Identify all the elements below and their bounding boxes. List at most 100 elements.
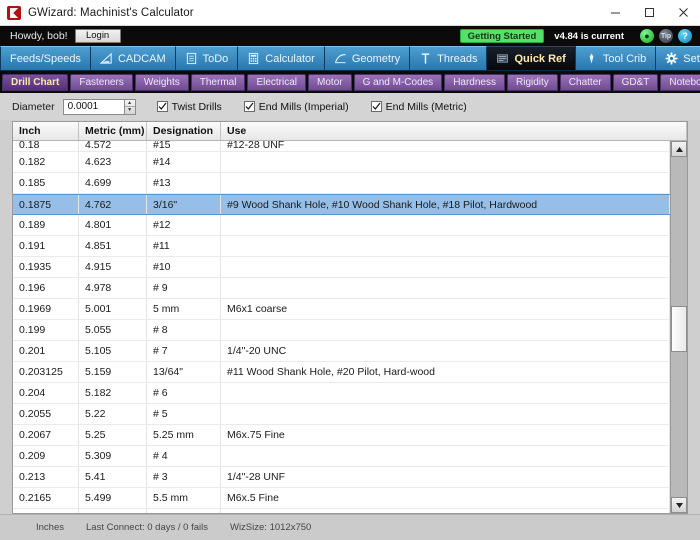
cell-metric: 5.055 (79, 320, 147, 340)
subtab-gdt[interactable]: GD&T (612, 73, 659, 91)
subtab-notebook[interactable]: Notebook (660, 73, 700, 91)
getting-started-button[interactable]: Getting Started (459, 29, 545, 43)
tab-quick-ref[interactable]: Quick Ref (487, 46, 576, 70)
column-header-inch[interactable]: Inch (13, 122, 79, 140)
cell-metric: 4.623 (79, 152, 147, 172)
greeting-label: Howdy, bob! (10, 30, 68, 42)
table-row[interactable]: 0.1969 5.001 5 mm M6x1 coarse (13, 299, 670, 320)
checkbox-end-mills-imperial[interactable]: End Mills (Imperial) (243, 101, 349, 113)
diameter-input[interactable]: 0.0001 ▲ ▼ (62, 98, 136, 115)
table-row[interactable]: 0.182 4.623 #14 (13, 152, 670, 173)
table-row[interactable]: 0.2067 5.25 5.25 mm M6x.75 Fine (13, 425, 670, 446)
cell-inch: 0.189 (13, 215, 79, 235)
main-tab-bar: Feeds/Speeds CADCAM ToDo Calculator Geom… (0, 46, 700, 71)
cell-designation: # 3 (147, 467, 221, 487)
stepper-up-icon[interactable]: ▲ (124, 100, 135, 107)
status-units: Inches (36, 522, 64, 533)
thread-tap-icon (421, 53, 430, 64)
tab-todo[interactable]: ToDo (175, 46, 239, 70)
gwizard-badge-icon[interactable]: ● (640, 29, 654, 43)
column-header-use[interactable]: Use (221, 122, 687, 140)
cell-designation: 3/16" (147, 195, 221, 214)
cell-use (221, 152, 670, 172)
cell-designation: #14 (147, 152, 221, 172)
scrollbar-thumb[interactable] (671, 306, 687, 352)
checkbox-end-mills-metric[interactable]: End Mills (Metric) (370, 101, 467, 113)
cell-designation: #13 (147, 173, 221, 193)
table-row[interactable]: 0.2055 5.22 # 5 (13, 404, 670, 425)
table-row[interactable]: 0.204 5.182 # 6 (13, 383, 670, 404)
table-row[interactable]: 0.201 5.105 # 7 1/4"-20 UNC (13, 341, 670, 362)
table-row[interactable]: 0.218755.5567/32"#12 Wood Shank Hole (13, 509, 670, 513)
cell-inch: 0.1875 (13, 195, 79, 214)
column-header-designation[interactable]: Designation (147, 122, 221, 140)
table-row[interactable]: 0.189 4.801 #12 (13, 215, 670, 236)
tab-label: Geometry (351, 52, 401, 65)
diameter-stepper[interactable]: ▲ ▼ (123, 98, 136, 115)
tab-feeds-speeds[interactable]: Feeds/Speeds (0, 46, 91, 70)
cell-use (221, 278, 670, 298)
tab-label: Tool Crib (602, 52, 647, 65)
subtab-g-and-m-codes[interactable]: G and M-Codes (353, 73, 443, 91)
cell-metric: 5.25 (79, 425, 147, 445)
stepper-down-icon[interactable]: ▼ (125, 107, 135, 114)
tips-badge-icon[interactable]: Tip (659, 29, 673, 43)
diameter-label: Diameter (12, 100, 55, 113)
table-row[interactable]: 0.1935 4.915 #10 (13, 257, 670, 278)
tab-tool-crib[interactable]: Tool Crib (575, 46, 657, 70)
drill-chart-panel: Inch Metric (mm) Designation Use 0.18 4.5… (12, 121, 688, 514)
calculator-icon (249, 52, 259, 65)
cell-inch: 0.2055 (13, 404, 79, 424)
subtab-fasteners[interactable]: Fasteners (70, 73, 133, 91)
table-row[interactable]: 0.191 4.851 #11 (13, 236, 670, 257)
table-row[interactable]: 0.199 5.055 # 8 (13, 320, 670, 341)
subtab-electrical[interactable]: Electrical (247, 73, 307, 91)
checkbox-twist-drills[interactable]: Twist Drills (156, 101, 222, 113)
subtab-motor[interactable]: Motor (308, 73, 352, 91)
tab-geometry[interactable]: Geometry (324, 46, 411, 70)
minimize-button[interactable] (598, 0, 632, 26)
subtab-drill-chart[interactable]: Drill Chart (2, 73, 69, 91)
table-row[interactable]: 0.213 5.41 # 3 1/4"-28 UNF (13, 467, 670, 488)
table-row[interactable]: 0.196 4.978 # 9 (13, 278, 670, 299)
table-row[interactable]: 0.209 5.309 # 4 (13, 446, 670, 467)
status-last-connect: Last Connect: 0 days / 0 fails (86, 522, 208, 533)
subtab-weights[interactable]: Weights (134, 73, 189, 91)
scroll-up-icon[interactable] (671, 141, 687, 157)
cell-inch: 0.199 (13, 320, 79, 340)
help-badge-icon[interactable]: ? (678, 29, 692, 43)
scroll-down-icon[interactable] (671, 497, 687, 513)
subtab-hardness[interactable]: Hardness (444, 73, 505, 91)
tab-calculator[interactable]: Calculator (238, 46, 325, 70)
cell-use (221, 173, 670, 193)
cell-use (221, 446, 670, 466)
subtab-rigidity[interactable]: Rigidity (507, 73, 558, 91)
login-button[interactable]: Login (74, 29, 121, 43)
table-row[interactable]: 0.18 4.572 #15 #12-28 UNF (13, 141, 670, 152)
cell-metric: 5.22 (79, 404, 147, 424)
maximize-button[interactable] (632, 0, 666, 26)
cell-designation: # 4 (147, 446, 221, 466)
table-vertical-scrollbar[interactable] (670, 141, 687, 513)
tab-setup[interactable]: Setup (656, 46, 700, 70)
subtab-chatter[interactable]: Chatter (559, 73, 611, 91)
tab-threads[interactable]: Threads (410, 46, 488, 70)
cell-designation: 7/32" (147, 509, 221, 513)
cell-use: M6x.75 Fine (221, 425, 670, 445)
checkmark-icon (243, 101, 255, 112)
table-row[interactable]: 0.203125 5.159 13/64" #11 Wood Shank Hole, … (13, 362, 670, 383)
tab-cadcam[interactable]: CADCAM (90, 46, 176, 70)
table-row[interactable]: 0.185 4.699 #13 (13, 173, 670, 194)
cell-inch: 0.209 (13, 446, 79, 466)
table-row[interactable]: 0.1875 4.762 3/16" #9 Wood Shank Hole, #10 … (13, 194, 670, 215)
cell-use: #11 Wood Shank Hole, #20 Pilot, Hard-woo… (221, 362, 670, 382)
cell-designation: # 5 (147, 404, 221, 424)
cell-use (221, 257, 670, 277)
close-button[interactable] (666, 0, 700, 26)
cell-metric: 5.159 (79, 362, 147, 382)
table-row[interactable]: 0.2165 5.499 5.5 mm M6x.5 Fine (13, 488, 670, 509)
user-bar-icons: ● Tip ? (640, 29, 692, 43)
subtab-thermal[interactable]: Thermal (190, 73, 246, 91)
cell-designation: 5.5 mm (147, 488, 221, 508)
column-header-metric[interactable]: Metric (mm) (79, 122, 147, 140)
